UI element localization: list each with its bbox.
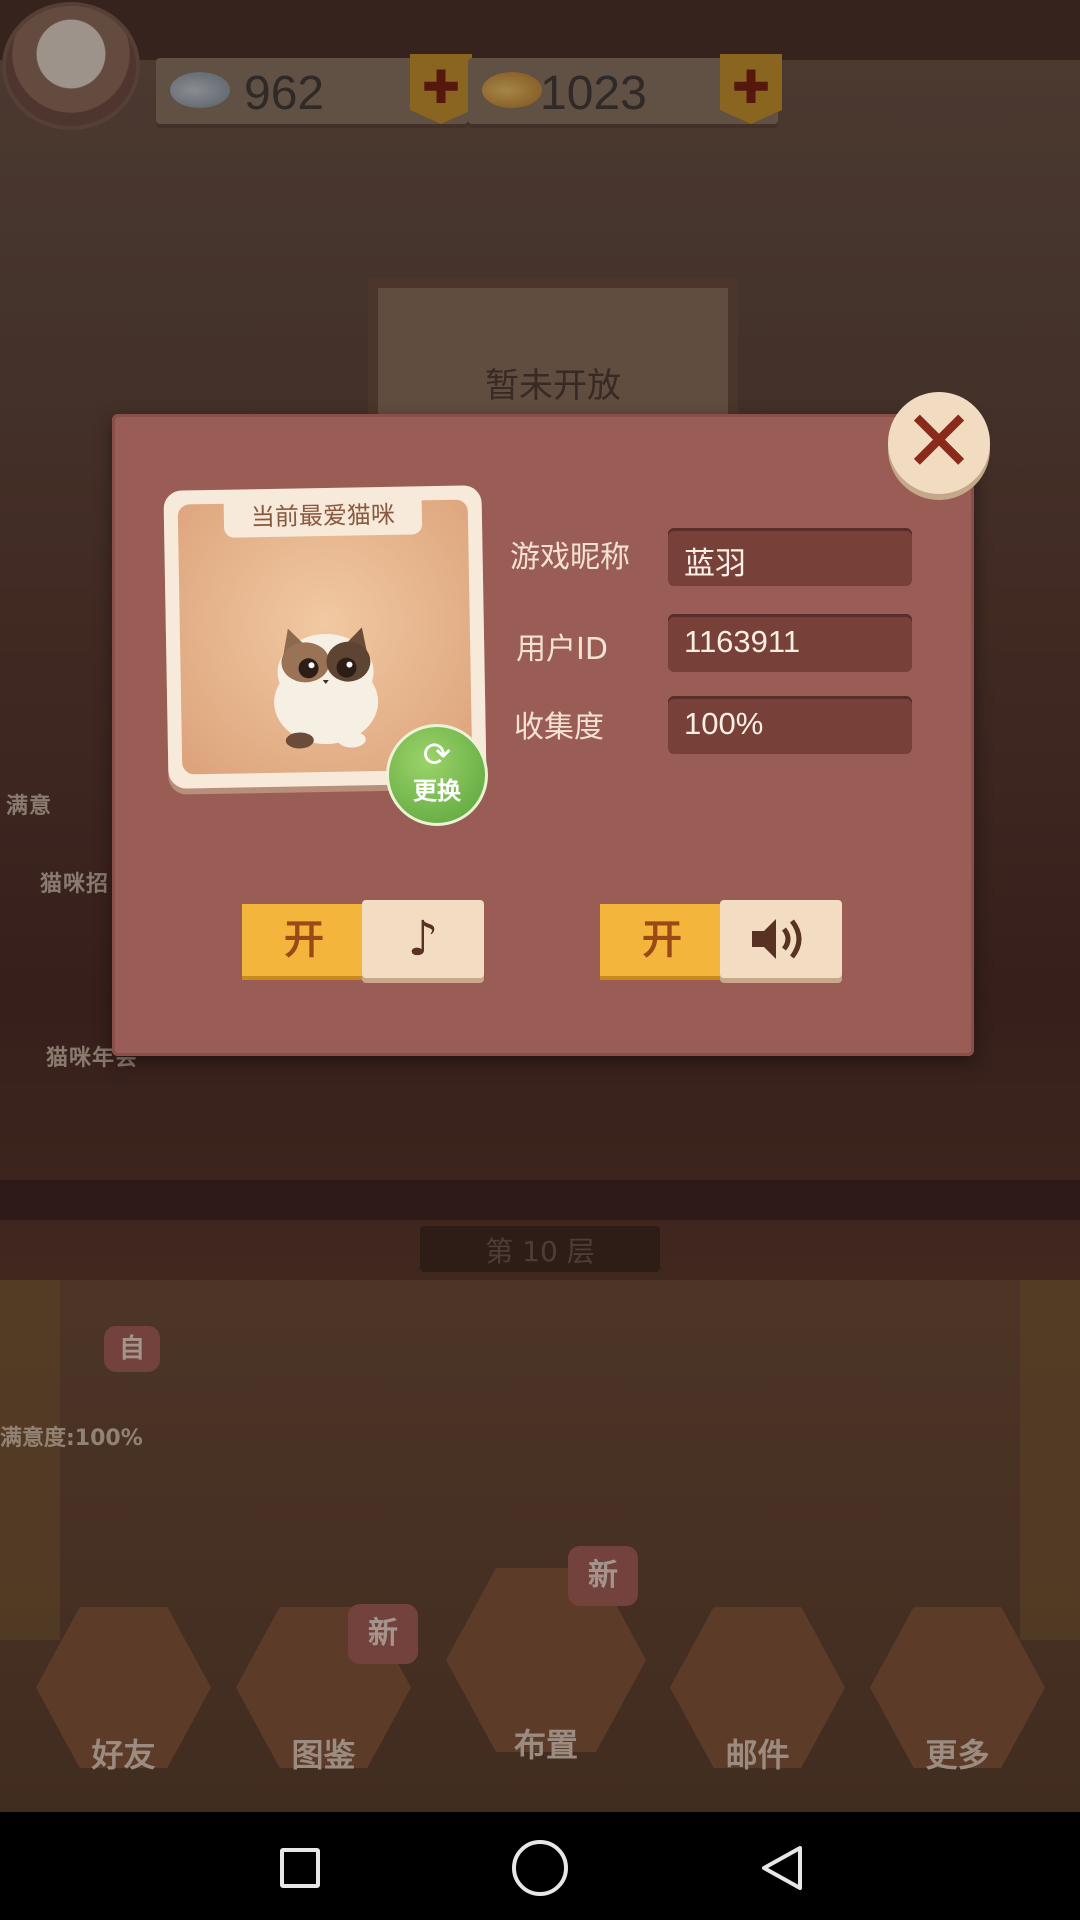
home-button[interactable] xyxy=(450,1812,630,1920)
nickname-value: 蓝羽 xyxy=(684,546,746,581)
favorite-cat-title: 当前最爱猫咪 xyxy=(223,494,423,538)
sound-toggle[interactable]: 开 xyxy=(600,900,844,980)
change-label: 更换 xyxy=(413,777,461,805)
user-id-value: 1163911 xyxy=(684,624,801,659)
music-toggle-state: 开 xyxy=(242,904,366,976)
user-id-label: 用户ID xyxy=(516,632,608,667)
change-favorite-cat-button[interactable]: ⟳ 更换 xyxy=(386,724,488,826)
sound-toggle-state: 开 xyxy=(600,904,724,976)
cat-illustration xyxy=(274,627,379,749)
recent-apps-button[interactable] xyxy=(210,1812,390,1920)
home-icon xyxy=(512,1840,568,1896)
music-note-icon: ♪ xyxy=(362,900,484,978)
close-button[interactable]: ✕ xyxy=(888,392,990,494)
nickname-label: 游戏昵称 xyxy=(510,540,630,575)
back-icon xyxy=(762,1846,802,1890)
collection-value: 100% xyxy=(684,706,764,741)
collection-label: 收集度 xyxy=(514,710,604,745)
system-navigation-bar xyxy=(0,1812,1080,1920)
music-toggle[interactable]: 开 ♪ xyxy=(242,900,486,980)
nickname-field[interactable]: 蓝羽 xyxy=(668,528,912,586)
recent-apps-icon xyxy=(280,1848,320,1888)
back-button[interactable] xyxy=(690,1812,870,1920)
speaker-icon xyxy=(720,900,842,978)
user-id-field: 1163911 xyxy=(668,614,912,672)
close-icon: ✕ xyxy=(902,392,976,492)
refresh-icon: ⟳ xyxy=(422,735,452,775)
collection-field: 100% xyxy=(668,696,912,754)
